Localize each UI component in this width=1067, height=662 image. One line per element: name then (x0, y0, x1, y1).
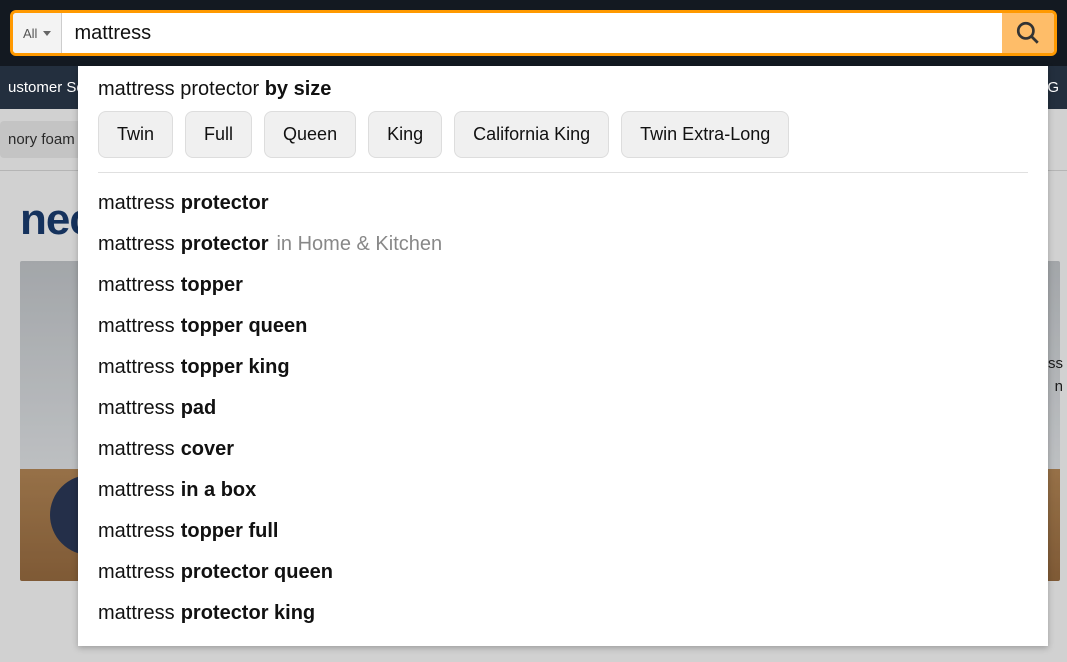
suggestion-item[interactable]: mattress protector queen (98, 552, 1028, 593)
size-chip-twin-xl[interactable]: Twin Extra-Long (621, 111, 789, 158)
search-icon (1015, 20, 1041, 46)
suggestion-item[interactable]: mattress topper queen (98, 306, 1028, 347)
header-bar: All (0, 0, 1067, 66)
suggestions-divider (98, 172, 1028, 173)
suggestion-item[interactable]: mattress cover (98, 429, 1028, 470)
nav-item-right[interactable]: G (1047, 79, 1059, 96)
search-input[interactable] (62, 13, 1002, 53)
search-suggestions-dropdown: mattress protector by size Twin Full Que… (78, 66, 1048, 646)
suggestion-item[interactable]: mattress protector in Home & Kitchen (98, 224, 1028, 265)
search-button[interactable] (1002, 13, 1054, 53)
suggestion-item[interactable]: mattress topper (98, 265, 1028, 306)
search-bar: All (10, 10, 1057, 56)
nav-item-customer-service[interactable]: ustomer Se (8, 79, 85, 96)
suggestion-item[interactable]: mattress pad (98, 388, 1028, 429)
suggestion-item[interactable]: mattress in a box (98, 470, 1028, 511)
suggestion-item[interactable]: mattress protector (98, 183, 1028, 224)
search-category-dropdown[interactable]: All (13, 13, 62, 53)
size-chip-full[interactable]: Full (185, 111, 252, 158)
suggestions-header-bold: by size (265, 78, 332, 100)
chevron-down-icon (43, 31, 51, 36)
size-chips-row: Twin Full Queen King California King Twi… (98, 111, 1028, 158)
size-chip-king[interactable]: King (368, 111, 442, 158)
size-chip-queen[interactable]: Queen (264, 111, 356, 158)
suggestions-list: mattress protector mattress protector in… (98, 183, 1028, 634)
suggestion-item[interactable]: mattress topper king (98, 347, 1028, 388)
suggestions-header-normal: mattress protector (98, 78, 265, 100)
suggestion-item[interactable]: mattress protector king (98, 593, 1028, 634)
suggestion-item[interactable]: mattress topper full (98, 511, 1028, 552)
size-chip-twin[interactable]: Twin (98, 111, 173, 158)
search-category-label: All (23, 26, 37, 41)
suggestions-header: mattress protector by size (98, 78, 1028, 101)
size-chip-california-king[interactable]: California King (454, 111, 609, 158)
